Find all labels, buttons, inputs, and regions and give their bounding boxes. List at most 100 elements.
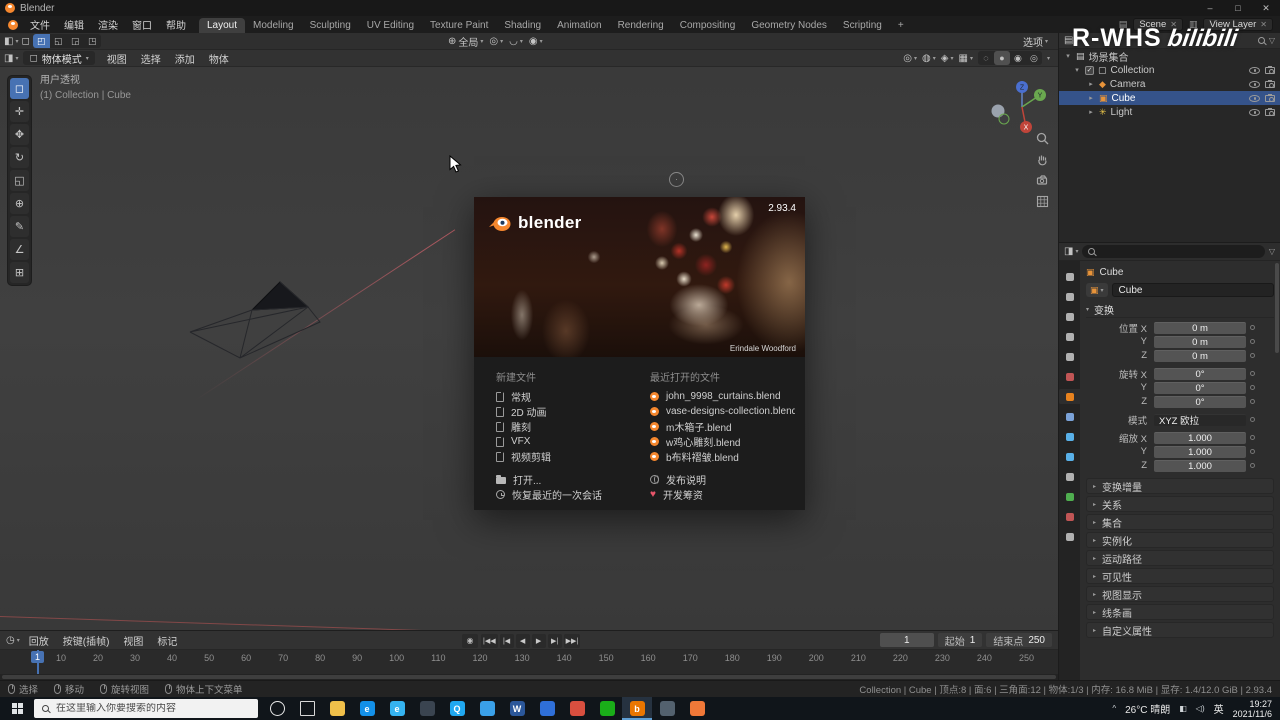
workspace-tab[interactable]: Rendering	[610, 18, 672, 33]
taskbar-app-icon[interactable]	[652, 697, 682, 720]
visibility-eye-icon[interactable]	[1249, 94, 1260, 102]
mode-selector[interactable]: ◻ 物体模式 ▾	[23, 51, 95, 66]
frame-end-field[interactable]: 结束点 250	[986, 633, 1052, 648]
weather-widget[interactable]: 26°C 晴朗	[1125, 701, 1170, 716]
viewport-editor-type-button[interactable]: ◨ ▾	[4, 53, 18, 64]
field-value[interactable]: 1.000	[1154, 459, 1246, 472]
taskbar-app-icon[interactable]	[682, 697, 712, 720]
animate-decorator[interactable]	[1246, 399, 1258, 404]
pan-hand-icon[interactable]	[1034, 151, 1051, 168]
field-value[interactable]: 0°	[1154, 367, 1246, 380]
tray-expand-icon[interactable]: ^	[1112, 704, 1116, 713]
taskbar-search-input[interactable]	[56, 703, 250, 714]
tool-button[interactable]: ◻	[10, 78, 29, 99]
wireframe-mesh[interactable]	[180, 270, 330, 365]
disclosure-icon[interactable]: ▸	[1087, 94, 1095, 102]
timeline-menu-item[interactable]: 回放	[22, 633, 56, 648]
section-row[interactable]: ▸ 实例化	[1086, 532, 1274, 548]
taskbar-app-icon[interactable]	[562, 697, 592, 720]
workspace-tab[interactable]: Layout	[199, 18, 246, 33]
render-visibility-icon[interactable]	[1265, 107, 1275, 116]
animate-decorator[interactable]	[1246, 371, 1258, 376]
field-value[interactable]: 0 m	[1154, 349, 1246, 362]
properties-tab[interactable]	[1059, 329, 1080, 344]
zoom-icon[interactable]	[1034, 130, 1051, 147]
outliner-row[interactable]: ▸ ▾ ✓ ✳ Light	[1059, 105, 1280, 119]
shading-mode-button[interactable]: ◎	[1026, 51, 1042, 65]
clock-widget[interactable]: 19:27 2021/11/6	[1233, 699, 1272, 719]
workspace-tab[interactable]: Geometry Nodes	[743, 18, 835, 33]
timeline-editor-type-button[interactable]: ◷ ▾	[6, 635, 20, 646]
animate-decorator[interactable]	[1246, 435, 1258, 440]
shading-mode-button[interactable]: ●	[993, 51, 1010, 65]
playback-button[interactable]: ▶▶|	[563, 633, 581, 648]
menu-item[interactable]: 帮助	[159, 17, 193, 32]
outliner-filter-icon[interactable]: ▽	[1269, 36, 1275, 45]
playback-button[interactable]: ▶|	[547, 633, 562, 648]
workspace-tab[interactable]: Modeling	[245, 18, 302, 33]
options-dropdown[interactable]: 选项 ▾	[1023, 34, 1054, 49]
field-value[interactable]: 0 m	[1154, 321, 1246, 334]
properties-tab[interactable]	[1059, 349, 1080, 364]
viewport-menu-item[interactable]: 选择	[134, 51, 168, 66]
pivot-dropdown[interactable]: ◎ ▾	[489, 36, 503, 47]
tool-button[interactable]: ↻	[10, 147, 29, 168]
transform-section-header[interactable]: ▾ 变换	[1086, 302, 1274, 318]
animate-decorator[interactable]	[1246, 325, 1258, 330]
field-value[interactable]: 0°	[1154, 381, 1246, 394]
workspace-tab[interactable]: Texture Paint	[422, 18, 496, 33]
section-row[interactable]: ▸ 可见性	[1086, 568, 1274, 584]
new-file-item[interactable]: 雕刻	[496, 419, 626, 434]
animate-decorator[interactable]	[1246, 449, 1258, 454]
object-name-field[interactable]: Cube	[1111, 283, 1274, 297]
playback-button[interactable]: ▶	[531, 633, 546, 648]
editor-type-button[interactable]: ◧ ▾	[4, 36, 18, 47]
recent-file-item[interactable]: vase-designs-collection.blend	[650, 404, 795, 419]
properties-tab[interactable]	[1059, 469, 1080, 484]
select-mode-button[interactable]: ◳	[84, 34, 101, 48]
animate-decorator[interactable]	[1246, 417, 1258, 422]
tool-button[interactable]: ◱	[10, 170, 29, 191]
ortho-grid-icon[interactable]	[1034, 193, 1051, 210]
outliner-search-icon[interactable]	[1257, 37, 1265, 44]
playback-button[interactable]: |◀◀	[481, 633, 498, 648]
close-button[interactable]: ✕	[1252, 0, 1280, 16]
properties-search-field[interactable]	[1082, 245, 1265, 258]
tool-button[interactable]: ✎	[10, 216, 29, 237]
properties-scrollbar[interactable]	[1275, 263, 1279, 353]
outliner-row[interactable]: ▸ ▾ ✓ ▣ Cube	[1059, 91, 1280, 105]
tool-button[interactable]: ⊞	[10, 262, 29, 283]
properties-tab[interactable]	[1059, 489, 1080, 504]
taskbar-app-icon[interactable]: e	[382, 697, 412, 720]
camera-view-icon[interactable]	[1034, 172, 1051, 189]
properties-tab[interactable]	[1059, 289, 1080, 304]
object-id-dropdown[interactable]: ▣ ▾	[1086, 283, 1108, 297]
recent-file-item[interactable]: w鸡心雕刻.blend	[650, 434, 795, 449]
empty-object[interactable]	[669, 172, 684, 187]
new-file-item[interactable]: VFX	[496, 434, 626, 449]
field-value[interactable]: 1.000	[1154, 431, 1246, 444]
render-visibility-icon[interactable]	[1265, 65, 1275, 74]
dev-fund-link[interactable]: ♥ 开发筹资	[650, 487, 795, 502]
current-frame-badge[interactable]: 1	[31, 651, 45, 663]
menu-item[interactable]: 编辑	[57, 17, 91, 32]
animate-decorator[interactable]	[1246, 353, 1258, 358]
viewport-menu-item[interactable]: 物体	[202, 51, 236, 66]
taskbar-app-icon[interactable]	[262, 697, 292, 720]
auto-keying-toggle[interactable]: ◉	[462, 633, 478, 648]
orientation-dropdown[interactable]: ⊕ 全局 ▾	[448, 34, 483, 49]
timeline-menu-item[interactable]: 视图	[116, 633, 150, 648]
tool-button[interactable]: ✥	[10, 124, 29, 145]
workspace-tab[interactable]: Sculpting	[302, 18, 359, 33]
viewport-3d[interactable]: 用户透视 (1) Collection | Cube ◻ ✛ ✥ ↻ ◱ ⊕ ✎ ∠ ⊞ Z Y…	[0, 67, 1058, 630]
minimize-button[interactable]: –	[1196, 0, 1224, 16]
disclosure-icon[interactable]: ▾	[1064, 52, 1072, 60]
view-layer-remove-icon[interactable]: ✕	[1260, 20, 1267, 29]
viewport-toggle-icon[interactable]: ▦ ▾	[959, 53, 973, 64]
input-language-indicator[interactable]: 英	[1214, 701, 1224, 716]
taskbar-app-icon[interactable]: W	[502, 697, 532, 720]
viewport-menu-item[interactable]: 添加	[168, 51, 202, 66]
outliner-row[interactable]: ▸ ▾ ✓ ◆ Camera	[1059, 77, 1280, 91]
taskbar-app-icon[interactable]	[472, 697, 502, 720]
visibility-eye-icon[interactable]	[1249, 66, 1260, 74]
